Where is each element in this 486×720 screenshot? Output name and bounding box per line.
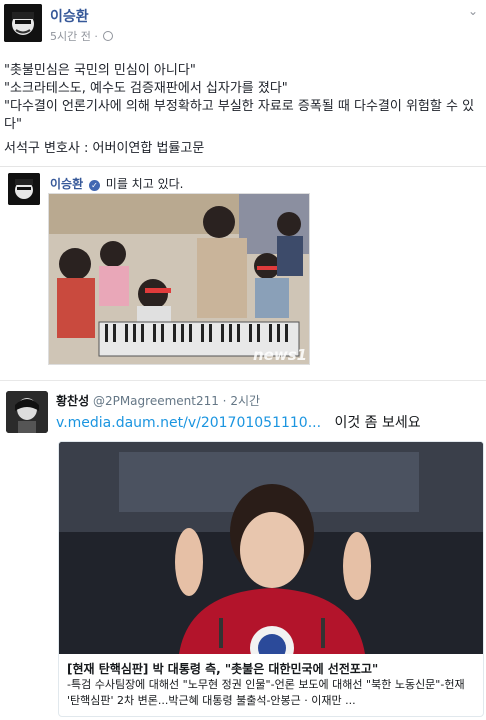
news-card-description: -특검 수사팀장에 대해선 "노무현 정권 인물"-언론 보도에 대해선 "북한… (67, 678, 465, 707)
post-line-3: "다수결이 언론기사에 의해 부정확하고 부실한 자료로 증폭될 때 다수결이 … (4, 99, 475, 132)
post-body: "촛불민심은 국민의 민심이 아니다" "소크라테스도, 예수도 검증재판에서 … (4, 62, 480, 158)
shared-avatar[interactable] (8, 173, 40, 205)
tweet-handle[interactable]: @2PMagreement211 · 2시간 (93, 394, 260, 408)
post-signature: 서석구 변호사 : 어버이연합 법률고문 (4, 141, 205, 156)
news-link-card[interactable]: [현재 탄핵심판] 박 대통령 측, "촛불은 대한민국에 선전포고" -특검 … (58, 441, 484, 717)
tweet-author-name[interactable]: 황찬성 (56, 394, 89, 408)
photo-watermark: news1 (253, 346, 307, 364)
shared-action-text: 미를 치고 있다. (105, 177, 184, 191)
shared-photo[interactable]: news1 (48, 193, 310, 365)
tweet-avatar[interactable] (6, 391, 48, 433)
tweet-header: 황찬성 @2PMagreement211 · 2시간 (56, 392, 260, 409)
post-timestamp[interactable]: 5시간 전 · (50, 30, 98, 43)
tweet-message: 이것 좀 보세요 (334, 415, 421, 431)
post-meta: 5시간 전 · (50, 28, 114, 44)
tweet-link[interactable]: v.media.daum.net/v/201701051110... (56, 415, 321, 431)
post-line-1: "촛불민심은 국민의 민심이 아니다" (4, 63, 196, 78)
post-line-2: "소크라테스도, 예수도 검증재판에서 십자가를 졌다" (4, 81, 288, 96)
verified-icon: ✓ (88, 180, 100, 191)
tweet-card: 황찬성 @2PMagreement211 · 2시간 v.media.daum.… (0, 380, 486, 720)
globe-icon (103, 31, 114, 41)
news-image (59, 442, 483, 654)
shared-author-line: 이승환 ✓ 미를 치고 있다. (50, 175, 183, 192)
tweet-text: v.media.daum.net/v/201701051110... 이것 좀 … (56, 412, 421, 432)
avatar[interactable] (4, 4, 42, 42)
shared-post: 이승환 ✓ 미를 치고 있다. news1 (0, 166, 486, 366)
news-card-title[interactable]: [현재 탄핵심판] 박 대통령 측, "촛불은 대한민국에 선전포고" (67, 660, 378, 677)
post-header: 이승환 5시간 전 · ⌄ (0, 0, 486, 50)
chevron-down-icon[interactable]: ⌄ (468, 4, 478, 18)
post-author-name[interactable]: 이승환 (50, 6, 89, 26)
shared-author-name[interactable]: 이승환 (50, 177, 83, 191)
